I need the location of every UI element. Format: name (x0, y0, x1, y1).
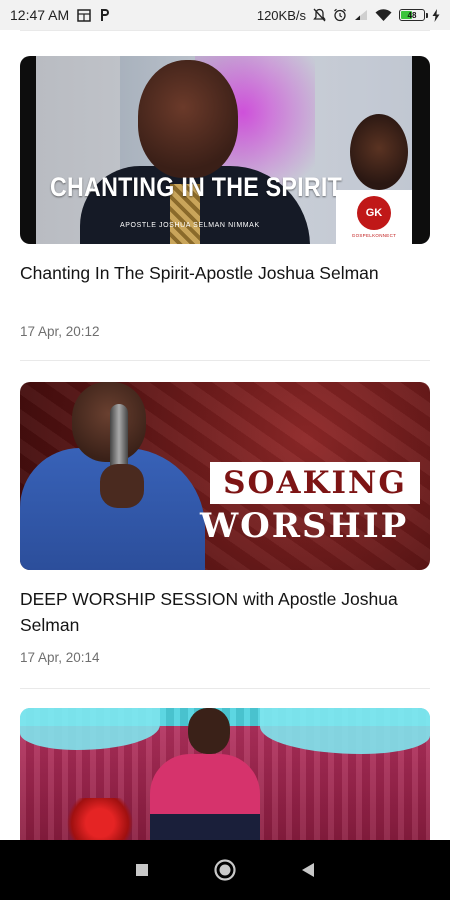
back-button[interactable] (293, 855, 323, 885)
logo-text: GOSPELKONNECT (351, 233, 397, 238)
video-card[interactable]: CHANTING IN THE SPIRIT APOSTLE JOSHUA SE… (0, 30, 450, 360)
charging-icon (432, 8, 440, 22)
thumbnail-title: CHANTING IN THE SPIRIT (50, 172, 343, 202)
alarm-icon (333, 8, 347, 22)
video-card[interactable]: SOAKING WORSHIP DEEP WORSHIP SESSION wit… (0, 360, 450, 688)
battery-icon: 48 (399, 9, 428, 21)
status-time: 12:47 AM (10, 7, 70, 23)
divider (20, 688, 430, 689)
triangle-back-icon (302, 863, 315, 877)
video-thumbnail[interactable] (20, 708, 430, 840)
video-date: 17 Apr, 20:12 (20, 324, 100, 339)
thumbnail-border (412, 56, 430, 244)
mute-icon (313, 8, 326, 22)
video-title[interactable]: Chanting In The Spirit-Apostle Joshua Se… (20, 260, 430, 286)
square-icon (135, 864, 148, 876)
thumbnail-flowers (60, 798, 140, 840)
video-title[interactable]: DEEP WORSHIP SESSION with Apostle Joshua… (20, 586, 430, 638)
thumbnail-person-head (138, 60, 238, 178)
thumbnail-hand (100, 464, 144, 508)
thumbnail-background-person (350, 114, 408, 190)
network-speed: 120KB/s (256, 7, 306, 23)
system-nav-bar (0, 840, 450, 900)
home-button[interactable] (210, 855, 240, 885)
recents-button[interactable] (127, 855, 157, 885)
thumbnail-title-line2: WORSHIP (200, 506, 409, 546)
status-bar: 12:47 AM 120KB/s 48 (0, 0, 450, 30)
gospelkonnect-logo: GK GOSPELKONNECT (336, 190, 412, 244)
thumbnail-subtitle: APOSTLE JOSHUA SELMAN NIMMAK (120, 222, 260, 229)
screen-icon (77, 8, 91, 22)
divider (20, 30, 430, 31)
battery-percent: 48 (407, 10, 417, 20)
divider (20, 360, 430, 361)
video-thumbnail[interactable]: SOAKING WORSHIP (20, 382, 430, 570)
thumbnail-person-body (150, 754, 260, 840)
thumbnail-title-line1: SOAKING (223, 465, 407, 501)
signal-icon (354, 9, 368, 21)
video-feed[interactable]: CHANTING IN THE SPIRIT APOSTLE JOSHUA SE… (0, 30, 450, 840)
wifi-icon (375, 8, 392, 22)
video-thumbnail[interactable]: CHANTING IN THE SPIRIT APOSTLE JOSHUA SE… (20, 56, 430, 244)
thumbnail-title-box: SOAKING (210, 462, 420, 504)
circle-icon (214, 859, 236, 881)
logo-mark: GK (357, 196, 391, 230)
thumbnail-person-head (188, 708, 230, 754)
video-date: 17 Apr, 20:14 (20, 650, 100, 665)
thumbnail-person-head (72, 382, 146, 462)
p-icon (99, 8, 110, 22)
video-card[interactable] (0, 688, 450, 840)
